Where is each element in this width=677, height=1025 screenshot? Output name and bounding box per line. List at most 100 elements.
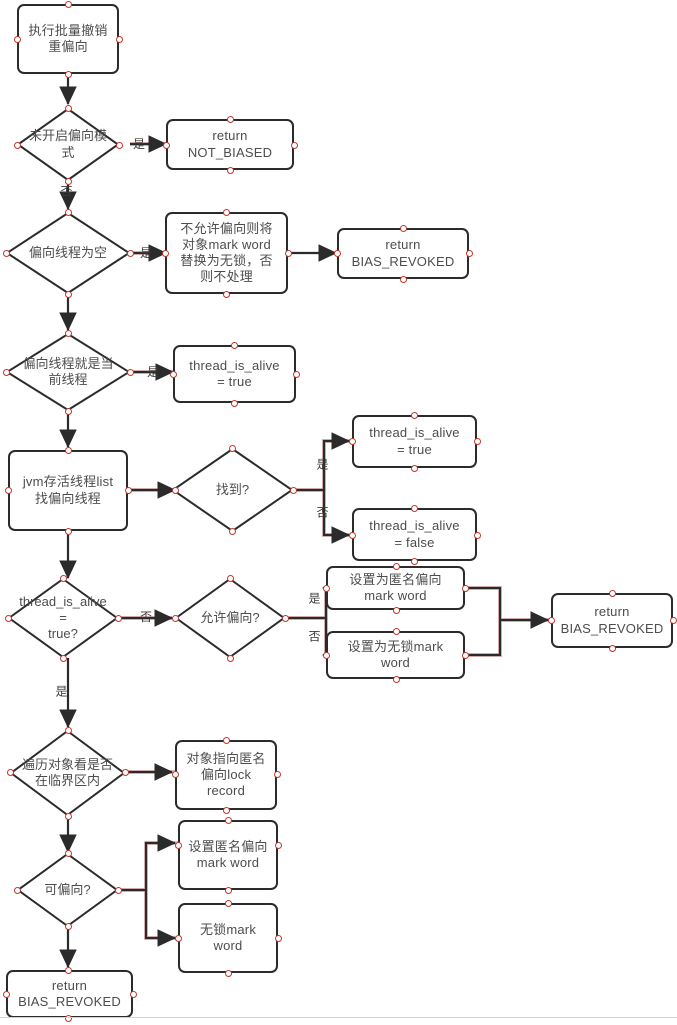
port: [322, 651, 330, 659]
port: [281, 614, 289, 622]
port: [226, 574, 234, 582]
port: [274, 841, 282, 849]
port: [13, 141, 21, 149]
port: [222, 290, 230, 298]
port: [348, 531, 356, 539]
port: [126, 249, 134, 257]
port: [273, 770, 281, 778]
port: [64, 407, 72, 415]
port: [473, 531, 481, 539]
port: [171, 486, 179, 494]
port: [64, 177, 72, 185]
node-replace-markword-unlocked[interactable]: 不允许偏向则将 对象mark word 替换为无锁，否 则不处理: [165, 212, 288, 294]
port: [171, 770, 179, 778]
port: [59, 574, 67, 582]
port: [322, 584, 330, 592]
port: [126, 368, 134, 376]
port: [228, 444, 236, 452]
node-return-not-biased[interactable]: return NOT_BIASED: [166, 119, 294, 170]
node-return-bias-revoked-top[interactable]: return BIAS_REVOKED: [337, 228, 469, 279]
port: [230, 399, 238, 407]
node-label: 未开启偏向模 式: [28, 128, 107, 160]
node-search-alive-thread-list[interactable]: jvm存活线程list 找偏向线程: [8, 450, 128, 531]
port: [274, 934, 282, 942]
node-thread-is-alive-true-b[interactable]: thread_is_alive = true: [352, 415, 477, 468]
port: [224, 969, 232, 977]
port: [115, 141, 123, 149]
port: [228, 527, 236, 535]
port: [230, 341, 238, 349]
port: [461, 651, 469, 659]
node-set-anonymous-bias-markword-2[interactable]: 设置匿名偏向 mark word: [178, 820, 278, 890]
port: [64, 1014, 72, 1022]
port: [171, 614, 179, 622]
port: [2, 368, 10, 376]
edge-label-yes: 是: [315, 458, 329, 470]
port: [392, 675, 400, 683]
port: [6, 768, 14, 776]
port: [64, 922, 72, 930]
node-allow-biasing[interactable]: 允许偏向?: [175, 578, 285, 658]
port: [2, 249, 10, 257]
edge-label-yes: 是: [307, 592, 321, 604]
port: [64, 104, 72, 112]
port: [64, 966, 72, 974]
node-thread-is-alive-false[interactable]: thread_is_alive = false: [352, 508, 477, 561]
edge-label-yes: 是: [147, 365, 160, 379]
port: [64, 208, 72, 216]
port: [226, 115, 234, 123]
port: [2, 990, 10, 998]
node-set-anonymous-bias-markword[interactable]: 设置为匿名偏向 mark word: [326, 566, 465, 610]
edge-label-no: 否: [59, 185, 73, 197]
port: [64, 527, 72, 535]
port: [222, 208, 230, 216]
node-unlocked-markword[interactable]: 无锁mark word: [178, 903, 278, 973]
port: [289, 486, 297, 494]
node-iterate-objects-in-critical-section[interactable]: 遍历对象看是否 在临界区内: [10, 730, 125, 816]
port: [162, 141, 170, 149]
port: [222, 806, 230, 814]
node-return-bias-revoked-right[interactable]: return BIAS_REVOKED: [551, 593, 673, 648]
node-return-bias-revoked-bottom[interactable]: return BIAS_REVOKED: [6, 970, 133, 1018]
port: [4, 486, 12, 494]
port: [114, 614, 122, 622]
node-is-biasing-disabled[interactable]: 未开启偏向模 式: [17, 108, 119, 181]
port: [13, 886, 21, 894]
port: [115, 35, 123, 43]
node-found[interactable]: 找到?: [172, 448, 293, 532]
port: [124, 486, 132, 494]
port: [399, 275, 407, 283]
node-label: 偏向线程为空: [28, 244, 107, 260]
port: [64, 446, 72, 454]
port: [392, 606, 400, 614]
node-label: 允许偏向?: [200, 609, 260, 625]
port: [333, 249, 341, 257]
port: [222, 736, 230, 744]
node-is-thread-alive-true[interactable]: thread_is_alive = true?: [8, 578, 118, 658]
port: [64, 290, 72, 298]
node-is-bias-thread-current[interactable]: 偏向线程就是当 前线程: [6, 333, 130, 411]
port: [174, 841, 182, 849]
port: [161, 249, 169, 257]
bottom-divider: [0, 1017, 677, 1018]
edge-label-no: 否: [315, 506, 329, 518]
node-label: thread_is_alive = true?: [19, 593, 107, 642]
flowchart-canvas: 执行批量撤销 重偏向 未开启偏向模 式 是 否 return NOT_BIASE…: [0, 0, 677, 1025]
node-is-bias-thread-null[interactable]: 偏向线程为空: [6, 212, 130, 294]
node-start-batch-revoke[interactable]: 执行批量撤销 重偏向: [17, 4, 119, 74]
node-can-bias[interactable]: 可偏向?: [17, 853, 118, 927]
edge-label-no: 否: [140, 610, 153, 624]
port: [465, 249, 473, 257]
node-set-unlocked-markword[interactable]: 设置为无锁mark word: [326, 631, 465, 679]
node-thread-is-alive-true-a[interactable]: thread_is_alive = true: [173, 345, 296, 403]
port: [64, 329, 72, 337]
port: [64, 0, 72, 8]
node-object-points-anonymous-lock-record[interactable]: 对象指向匿名 偏向lock record: [175, 740, 277, 810]
port: [121, 768, 129, 776]
node-label: 找到?: [215, 481, 250, 497]
edge-label-yes: 是: [54, 685, 68, 697]
port: [669, 616, 677, 624]
port: [392, 562, 400, 570]
port: [399, 224, 407, 232]
port: [410, 557, 418, 565]
